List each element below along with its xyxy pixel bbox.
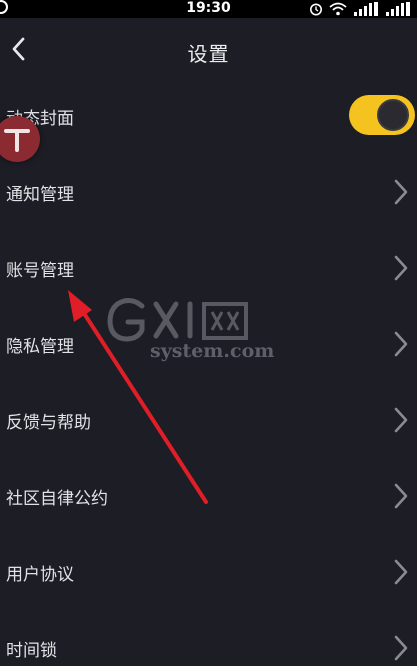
settings-item-label: 账号管理 xyxy=(6,261,74,281)
settings-item-label: 反馈与帮助 xyxy=(6,413,91,433)
chevron-right-icon xyxy=(394,179,408,205)
dynamic-cover-toggle[interactable] xyxy=(349,95,415,135)
chevron-right-icon xyxy=(394,255,408,281)
settings-item-dynamic-cover[interactable]: 动态封面 xyxy=(0,80,417,156)
chevron-right-icon xyxy=(394,331,408,357)
wifi-icon xyxy=(329,2,347,16)
page-title: 设置 xyxy=(187,42,230,66)
alarm-icon xyxy=(310,3,322,16)
settings-item-label: 用户协议 xyxy=(6,565,74,585)
settings-item-label: 时间锁 xyxy=(6,641,57,661)
settings-item-label: 社区自律公约 xyxy=(6,489,108,509)
settings-item-account[interactable]: 账号管理 xyxy=(0,232,417,308)
header: 设置 xyxy=(0,18,417,80)
signal-icon xyxy=(386,2,410,16)
settings-item-feedback-help[interactable]: 反馈与帮助 xyxy=(0,384,417,460)
settings-item-label: 隐私管理 xyxy=(6,337,74,357)
t-letter-icon xyxy=(4,129,30,152)
status-icons xyxy=(309,0,411,18)
settings-item-notification[interactable]: 通知管理 xyxy=(0,156,417,232)
settings-item-label: 通知管理 xyxy=(6,185,74,205)
floating-assistant-button[interactable] xyxy=(0,116,40,162)
signal-icon xyxy=(354,2,378,16)
chevron-right-icon xyxy=(394,635,408,661)
chevron-right-icon xyxy=(394,483,408,509)
settings-item-user-agreement[interactable]: 用户协议 xyxy=(0,536,417,612)
settings-item-time-lock[interactable]: 时间锁 xyxy=(0,612,417,666)
settings-screen: 19:30 设置 动态封面 通知管理 账号管理 隐私管理 反馈与帮助 社区自律公… xyxy=(0,0,417,666)
toggle-knob xyxy=(377,99,409,131)
settings-item-community-rules[interactable]: 社区自律公约 xyxy=(0,460,417,536)
chevron-right-icon xyxy=(394,407,408,433)
status-bar: 19:30 xyxy=(0,0,417,18)
settings-list: 动态封面 通知管理 账号管理 隐私管理 反馈与帮助 社区自律公约 用户协议 时间… xyxy=(0,80,417,666)
chevron-right-icon xyxy=(394,559,408,585)
settings-item-privacy[interactable]: 隐私管理 xyxy=(0,308,417,384)
